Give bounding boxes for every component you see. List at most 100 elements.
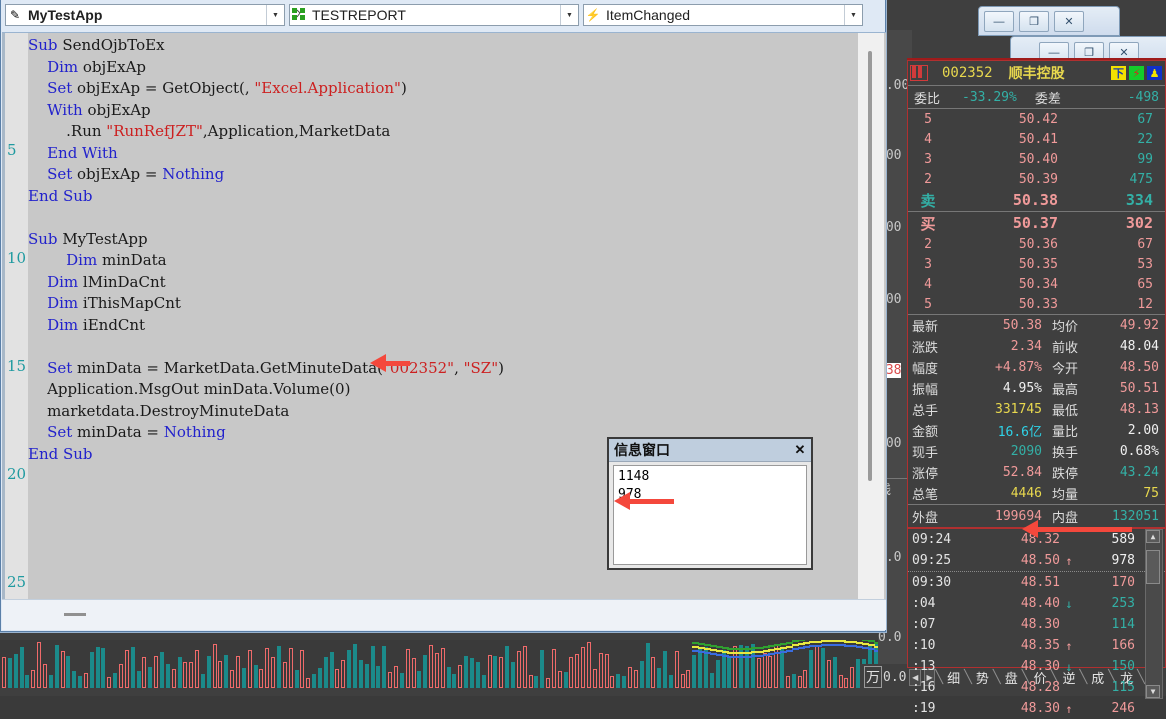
level-price: 50.37 (948, 214, 1072, 232)
close-icon[interactable]: ✕ (789, 442, 811, 458)
volume-bar (406, 649, 410, 688)
maximize-button[interactable]: ❐ (1019, 11, 1049, 32)
volume-bar (142, 657, 146, 688)
stat-row: 金额 16.6亿 量比 2.00 (908, 420, 1165, 441)
volume-bar (441, 648, 445, 688)
volume-bar (698, 647, 702, 688)
tick-time: 09:25 (908, 553, 974, 568)
editor-scrollbar[interactable] (857, 33, 884, 614)
volume-bar (371, 646, 375, 688)
volume-bar (581, 647, 585, 688)
level-index: 卖 (908, 190, 948, 211)
lightning-badge-icon[interactable]: ⚡ (1129, 66, 1144, 80)
volume-bar (306, 678, 310, 688)
message-window-body[interactable]: 1148 978 (613, 465, 807, 565)
scroll-down-button[interactable]: ▼ (1146, 685, 1160, 698)
person-badge-icon[interactable]: ♟ (1147, 66, 1162, 80)
tick-volume: 246 (1078, 701, 1165, 716)
tick-row: 09:25 48.50 ↑ 978 (908, 550, 1165, 572)
tick-row: :10 48.35 ↑ 166 (908, 635, 1165, 656)
volume-bar (616, 674, 620, 688)
line-number: 10 (7, 249, 26, 267)
volume-bar (669, 675, 673, 688)
level-index: 5 (908, 297, 948, 312)
outer-label: 外盘 (908, 507, 958, 526)
volume-bar (435, 653, 439, 688)
stat-label: 今开 (1042, 358, 1096, 377)
line-number-gutter: 5 10 15 20 25 30 (2, 33, 28, 614)
chevron-down-icon[interactable]: ▼ (844, 5, 862, 25)
stat-value: 75 (1096, 486, 1165, 501)
volume-bar (254, 665, 258, 688)
volume-bar (242, 668, 246, 688)
object-combo[interactable]: ✎ MyTestApp ▼ (5, 4, 285, 26)
tick-row: :07 48.30 114 (908, 614, 1165, 635)
message-line: 1148 (618, 468, 802, 486)
event-combo-value: ItemChanged (602, 7, 844, 23)
volume-bar (72, 671, 76, 688)
level-index: 2 (908, 172, 948, 187)
stat-row: 总笔 4446 均量 75 (908, 483, 1165, 504)
network-nodes-icon (290, 8, 308, 23)
volume-bar (610, 676, 614, 688)
volume-bar (388, 672, 392, 688)
tick-row: :13 48.30 ↓ 150 (908, 656, 1165, 677)
stat-label: 前收 (1042, 337, 1096, 356)
volume-bar (207, 656, 211, 688)
stat-value: 43.24 (1096, 465, 1165, 480)
tick-row: :19 48.30 ↑ 246 (908, 698, 1165, 719)
message-window-titlebar: 信息窗口 ✕ (609, 439, 811, 462)
volume-bar (646, 643, 650, 688)
level-volume: 302 (1072, 214, 1165, 232)
editor-toolbar: ✎ MyTestApp ▼ TESTREPORT ▼ ⚡ ItemChanged… (1, 0, 885, 31)
message-window-title: 信息窗口 (609, 440, 789, 460)
level-price: 50.36 (948, 237, 1072, 252)
volume-bar (675, 651, 679, 688)
volume-bar (172, 669, 176, 688)
stat-label: 跌停 (1042, 463, 1096, 482)
module-combo[interactable]: TESTREPORT ▼ (289, 4, 579, 26)
volume-bar (84, 673, 88, 688)
volume-bar (61, 651, 65, 688)
chevron-down-icon[interactable]: ▼ (560, 5, 578, 25)
volume-bar (43, 664, 47, 688)
tick-list-scrollbar[interactable]: ▲ ▼ (1145, 529, 1163, 699)
volume-bar (125, 650, 129, 688)
stock-code: 002352 (942, 65, 993, 81)
tick-price: 48.35 (974, 638, 1060, 653)
ask-row: 4 50.41 22 (908, 129, 1165, 149)
volume-bar (119, 664, 123, 688)
close-button[interactable]: ✕ (1054, 11, 1084, 32)
level-volume: 12 (1072, 297, 1165, 312)
pencil-icon: ✎ (6, 8, 24, 22)
stat-value: 48.50 (1096, 360, 1165, 375)
tick-row: :04 48.40 ↓ 253 (908, 593, 1165, 614)
volume-bar (20, 647, 24, 688)
down-badge-icon[interactable]: 下 (1111, 66, 1126, 80)
volume-bar (353, 644, 357, 688)
diff-value: -498 (1061, 90, 1165, 105)
level-price: 50.35 (948, 257, 1072, 272)
volume-bar (844, 678, 848, 688)
stat-value: 2.00 (1096, 423, 1165, 438)
scroll-up-button[interactable]: ▲ (1146, 530, 1160, 543)
tick-price: 48.40 (974, 596, 1060, 611)
volume-bar (499, 657, 503, 688)
stat-label: 总手 (908, 400, 958, 419)
bid-row: 4 50.34 65 (908, 274, 1165, 294)
ask-row: 2 50.39 475 (908, 169, 1165, 189)
volume-bar (815, 645, 819, 688)
stat-label: 均量 (1042, 484, 1096, 503)
scrollbar-thumb[interactable] (868, 51, 872, 481)
level-volume: 53 (1072, 257, 1165, 272)
volume-bar (663, 651, 667, 688)
event-combo[interactable]: ⚡ ItemChanged ▼ (583, 4, 863, 26)
level-index: 4 (908, 132, 948, 147)
tick-time: :04 (908, 596, 974, 611)
chevron-down-icon[interactable]: ▼ (266, 5, 284, 25)
stat-value: 48.13 (1096, 402, 1165, 417)
tick-time: :13 (908, 659, 974, 674)
minimize-button[interactable]: — (984, 11, 1014, 32)
volume-bar (792, 674, 796, 688)
scrollbar-thumb[interactable] (1146, 550, 1160, 584)
